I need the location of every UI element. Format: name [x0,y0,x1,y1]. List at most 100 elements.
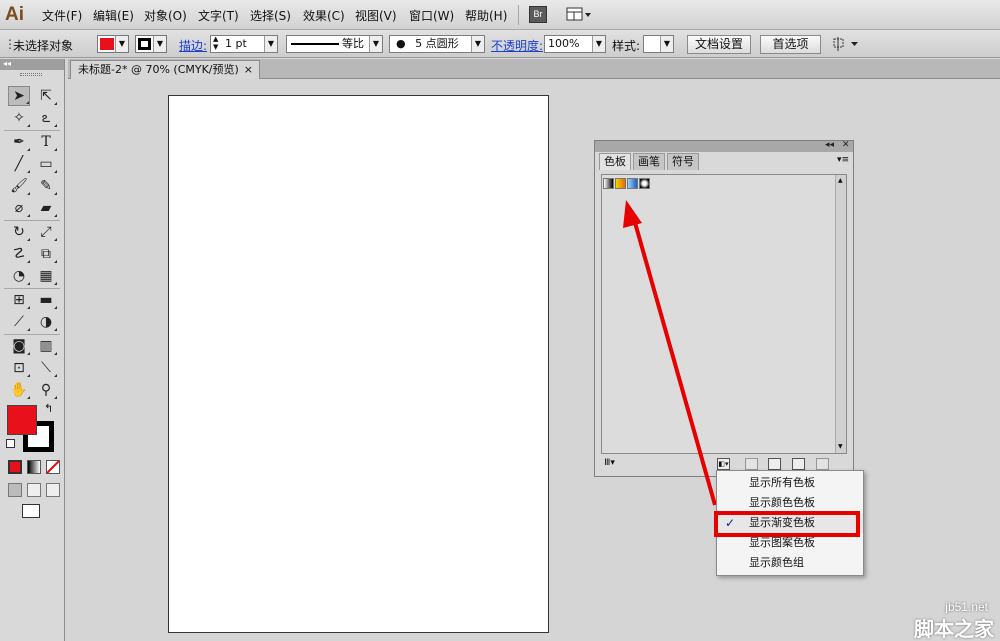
collapse-icon[interactable]: ◂◂ [825,140,834,150]
menu-file[interactable]: 文件(F) [42,7,82,24]
align-icon [833,37,858,51]
stroke-panel-link[interactable]: 描边: [179,37,207,54]
menu-edit[interactable]: 编辑(E) [93,7,134,24]
app-logo: Ai [5,4,24,25]
opacity-field[interactable]: 100% ▼ [544,35,606,53]
arrange-documents-button[interactable] [566,6,592,23]
panel-grip[interactable] [20,73,42,76]
gradient-tool-icon[interactable]: ▬ [35,290,57,310]
menu-item-show-all[interactable]: 显示所有色板 [717,473,863,493]
type-tool-icon[interactable]: T [35,132,57,152]
new-swatch-icon[interactable] [792,458,805,470]
eyedropper-tool-icon[interactable]: ⟋ [8,312,30,332]
symbol-sprayer-tool-icon[interactable]: ◙ [8,336,30,356]
new-color-group-icon[interactable] [768,458,781,470]
annotation-highlight [714,511,860,537]
stroke-profile-dropdown[interactable]: 等比 ▼ [286,35,383,53]
lasso-tool-icon[interactable]: ఽ [35,108,57,128]
close-icon[interactable]: × [244,61,253,78]
selection-tool-icon[interactable]: ➤ [8,86,30,106]
swap-fill-stroke-icon[interactable]: ↰ [44,402,53,415]
fill-color-swatch [100,38,114,50]
tab-swatches[interactable]: 色板 [599,153,631,170]
close-icon[interactable]: ✕ [842,140,850,150]
rectangle-tool-icon[interactable]: ▭ [35,154,57,174]
column-graph-tool-icon[interactable]: ▥ [35,336,57,356]
free-transform-tool-icon[interactable]: ⧉ [35,244,57,264]
stroke-color-dropdown[interactable]: ▼ [135,35,167,53]
gradient-swatch[interactable] [627,178,638,189]
perspective-grid-tool-icon[interactable]: ▦ [35,266,57,286]
menu-item-show-color[interactable]: 显示颜色色板 [717,493,863,513]
scrollbar[interactable]: ▲ ▼ [835,175,846,453]
menu-view[interactable]: 视图(V) [355,7,397,24]
document-tab[interactable]: 未标题-2* @ 70% (CMYK/预览) × [70,60,260,79]
mesh-tool-icon[interactable]: ⊞ [8,290,30,310]
default-colors-icon[interactable] [6,439,15,448]
watermark-site: jb51.net [945,600,988,614]
direct-selection-tool-icon[interactable]: ⇱ [35,86,57,106]
selection-status: 未选择对象 [13,39,74,53]
menu-select[interactable]: 选择(S) [250,7,291,24]
brush-dropdown[interactable]: ● 5 点圆形 ▼ [389,35,485,53]
menu-object[interactable]: 对象(O) [144,7,187,24]
menu-help[interactable]: 帮助(H) [465,7,507,24]
preferences-button[interactable]: 首选项 [760,35,821,54]
hand-tool-icon[interactable]: ✋ [8,380,30,400]
fill-color-dropdown[interactable]: ▼ [97,35,129,53]
line-tool-icon[interactable]: ╱ [8,154,30,174]
gradient-swatch[interactable] [639,178,650,189]
style-dropdown[interactable]: ▼ [643,35,674,53]
control-bar: ⋮ 未选择对象 ▼ ▼ 描边: ▲ ▼ 1 pt ▼ 等比 ▼ ● 5 点圆形 ▼… [0,30,1000,58]
gradient-swatch[interactable] [615,178,626,189]
tab-symbols[interactable]: 符号 [667,153,699,170]
pencil-tool-icon[interactable]: ✎ [35,176,57,196]
pen-tool-icon[interactable]: ✒ [8,132,30,152]
gradient-mode-icon[interactable] [27,460,41,474]
slice-tool-icon[interactable]: ⟍ [35,358,57,378]
blend-tool-icon[interactable]: ◑ [35,312,57,332]
stroke-weight-field[interactable]: ▲ ▼ 1 pt ▼ [210,35,278,53]
menu-window[interactable]: 窗口(W) [409,7,454,24]
fill-color-box[interactable] [7,405,37,435]
opacity-link[interactable]: 不透明度: [491,37,543,54]
panel-title-bar[interactable]: ◂◂ ✕ [595,140,853,152]
shape-builder-tool-icon[interactable]: ◔ [8,266,30,286]
rotate-tool-icon[interactable]: ↻ [8,222,30,242]
paintbrush-tool-icon[interactable]: 🖌 [8,176,30,196]
gradient-swatch[interactable] [603,178,614,189]
warp-tool-icon[interactable]: ☡ [8,244,30,264]
scroll-down-icon[interactable]: ▼ [838,443,843,450]
document-setup-button[interactable]: 文档设置 [687,35,751,54]
trash-icon[interactable] [816,458,829,470]
collapse-icon[interactable]: ◂◂ [0,59,64,70]
none-mode-icon[interactable] [46,460,60,474]
brush-value: 5 点圆形 [415,37,459,50]
stroke-profile-value: 等比 [342,37,364,50]
color-mode-icon[interactable] [8,460,22,474]
swatch-options-icon[interactable] [745,458,758,470]
draw-inside-icon[interactable] [46,483,60,497]
draw-behind-icon[interactable] [27,483,41,497]
stepper-icon[interactable]: ▲ ▼ [213,35,218,51]
menu-type[interactable]: 文字(T) [198,7,239,24]
artboard[interactable] [168,95,549,633]
draw-normal-icon[interactable] [8,483,22,497]
screen-mode-icon[interactable] [22,504,40,518]
bridge-button[interactable]: Br [529,6,547,23]
none-slash-icon [46,460,60,474]
zoom-tool-icon[interactable]: ⚲ [35,380,57,400]
chevron-down-icon: ▼ [153,36,166,52]
scroll-up-icon[interactable]: ▲ [838,177,843,184]
menu-effect[interactable]: 效果(C) [303,7,345,24]
blob-brush-tool-icon[interactable]: ⌀ [8,198,30,218]
artboard-tool-icon[interactable]: ⊡ [8,358,30,378]
scale-tool-icon[interactable]: ⤢ [35,222,57,242]
panel-menu-icon[interactable]: ▾≡ [837,155,849,165]
align-options-button[interactable] [832,36,860,53]
eraser-tool-icon[interactable]: ▰ [35,198,57,218]
magic-wand-tool-icon[interactable]: ✧ [8,108,30,128]
stroke-color-swatch [138,38,151,50]
menu-item-show-color-groups[interactable]: 显示颜色组 [717,553,863,573]
tab-brushes[interactable]: 画笔 [633,153,665,170]
